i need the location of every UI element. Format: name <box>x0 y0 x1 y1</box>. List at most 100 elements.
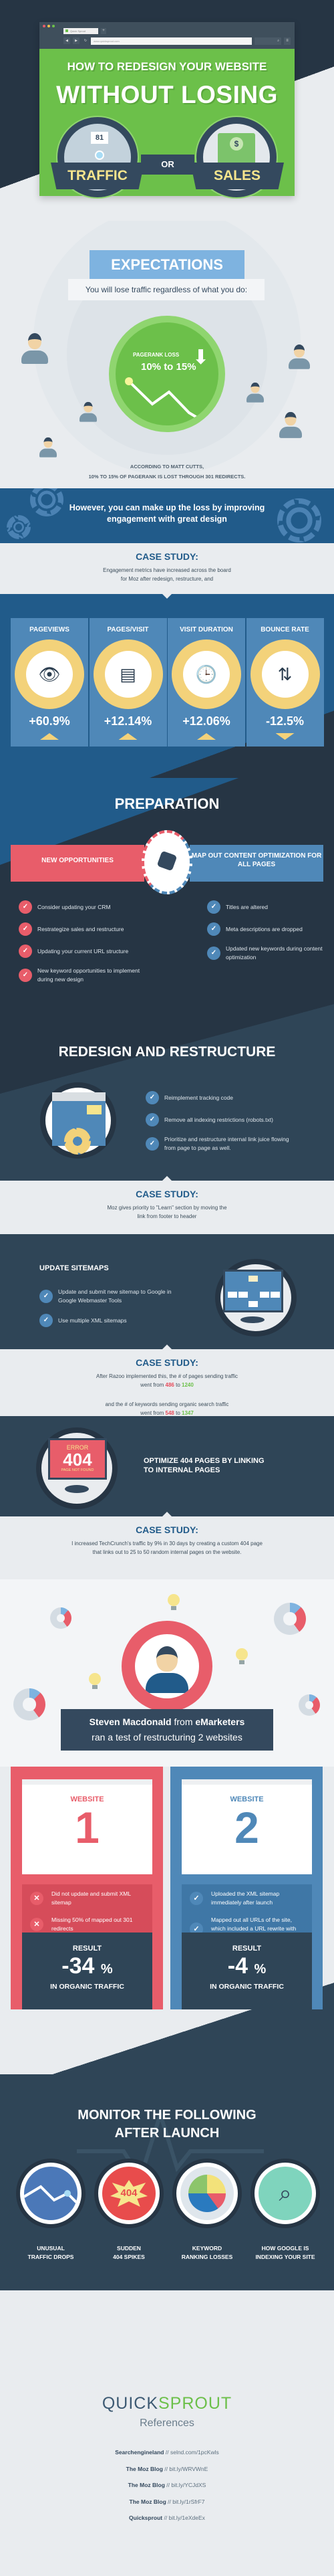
check-icon: ✓ <box>207 922 220 936</box>
matt-cutts-quote: ACCORDING TO MATT CUTTS, 10% TO 15% OF P… <box>0 462 334 482</box>
reference-item: The Moz Blog // bit.ly/WRVWnE <box>126 2465 208 2472</box>
check-icon: ✓ <box>39 1290 53 1303</box>
pages-to-value: 1240 <box>182 1382 194 1388</box>
optimize-404-text: OPTIMIZE 404 PAGES BY LINKING TO INTERNA… <box>144 1457 265 1474</box>
list-item: ✓ Remove all indexing restrictions (robot… <box>146 1113 299 1126</box>
case-study-keywords-text: and the # of keywords sending organic se… <box>105 1401 229 1416</box>
website-criteria-row: ✓ Uploaded the XML sitemap immediately a… <box>182 1884 312 1912</box>
reload-icon: ↻ <box>84 39 88 43</box>
triangle-up-icon <box>40 733 59 740</box>
banner-text: However, you can make up the loss by imp… <box>0 502 334 525</box>
back-icon: ◀ <box>63 37 70 44</box>
metric-label: VISIT DURATION <box>180 626 233 633</box>
case-study-pages-text: After Razoo implemented this, the # of p… <box>96 1373 238 1388</box>
metric-value: +12.14% <box>104 714 152 728</box>
metric-label: BOUNCE RATE <box>261 626 309 633</box>
monitor-arrows-icon: ⇅ <box>261 651 309 698</box>
case-study-text: Moz gives priority to "Learn" section by… <box>107 1205 227 1219</box>
metrics-section: PAGEVIEWS 👁 +60.9% PAGES/VISIT ▤ +12.14%… <box>0 594 334 778</box>
expectations-section: EXPECTATIONS You will lose traffic regar… <box>0 221 334 488</box>
list-item: ✓ Consider updating your CRM <box>19 900 152 914</box>
hero-section: Quick Sprout + ◀ ▶ ↻ www.quicksprout.com… <box>0 0 334 221</box>
pointer-notch <box>162 1512 172 1516</box>
company-name: eMarketers <box>195 1716 245 1727</box>
mail-icon <box>87 1105 102 1114</box>
website-2-card: WEBSITE 2 ✓ Uploaded the XML sitemap imm… <box>170 1767 323 2009</box>
list-item: ✓ Updating your current URL structure <box>19 945 152 958</box>
case-study-title: CASE STUDY: <box>136 1189 198 1199</box>
minimize-dot-icon <box>47 25 50 27</box>
case-study-title: CASE STUDY: <box>136 1357 198 1368</box>
pagerank-label: PAGERANK LOSS <box>133 352 180 358</box>
banner-line-1: However, you can make up the loss by imp… <box>69 503 265 512</box>
monitor-item-label: SUDDEN 404 SPIKES <box>113 2245 145 2260</box>
steven-caption: Steven Macdonald from eMarketers ran a t… <box>61 1709 273 1751</box>
lightbulb-icon <box>89 1673 101 1689</box>
reference-source: The Moz Blog <box>126 2465 163 2472</box>
user-icon <box>279 411 302 441</box>
new-opportunities-heading: NEW OPPORTUNITIES <box>11 845 144 882</box>
metric-card-bounce-rate: BOUNCE RATE ⇅ -12.5% <box>246 618 324 747</box>
reference-item: Searchengineland // selnd.com/1pcKwls <box>115 2449 219 2456</box>
engagement-banner: However, you can make up the loss by imp… <box>0 488 334 543</box>
user-icon <box>39 437 57 460</box>
traffic-label: TRAFFIC <box>51 163 144 189</box>
case-study-title: CASE STUDY: <box>136 551 198 562</box>
or-connector: OR <box>141 155 194 175</box>
donut-chart-icon <box>13 1688 45 1720</box>
list-item: ✓ Reimplement tracking code <box>146 1091 299 1104</box>
references-title: References <box>140 2417 194 2429</box>
metric-value: -12.5% <box>265 714 305 728</box>
down-arrow-icon: ⬇ <box>192 346 210 369</box>
forward-icon: ▶ <box>73 37 79 44</box>
preparation-title: PREPARATION <box>114 795 220 812</box>
reference-link[interactable]: selnd.com/1pcKwls <box>170 2449 219 2456</box>
pointer-notch <box>162 1345 172 1349</box>
result-caption: IN ORGANIC TRAFFIC <box>210 1983 284 1991</box>
user-icon <box>246 382 264 405</box>
metric-ring: ⇅ <box>250 639 320 709</box>
website-comparison-section: WEBSITE 1 ✕ Did not update and submit XM… <box>0 1767 334 2074</box>
website-criteria-row: ✕ Did not update and submit XML sitemap <box>22 1884 152 1912</box>
opportunities-list: ✓ Consider updating your CRM ✓ Restrategize… <box>19 900 152 993</box>
donut-chart-icon <box>299 1694 320 1716</box>
website-settings-icon <box>45 1088 111 1155</box>
result-label: RESULT <box>232 1945 262 1953</box>
references-list: Searchengineland // selnd.com/1pcKwls The… <box>0 2444 334 2527</box>
browser-chrome: Quick Sprout + ◀ ▶ ↻ www.quicksprout.com… <box>39 22 295 49</box>
reference-link[interactable]: bit.ly/1eXdeEx <box>169 2514 205 2521</box>
reference-item: The Moz Blog // bit.ly/1rSfrF7 <box>129 2498 205 2505</box>
reference-item: The Moz Blog // bit.ly/YCJdXS <box>128 2482 206 2488</box>
check-icon: ✓ <box>207 947 220 960</box>
reference-source: The Moz Blog <box>129 2498 166 2505</box>
check-icon: ✓ <box>146 1137 159 1151</box>
pages-from-value: 486 <box>165 1382 174 1388</box>
result-box: RESULT -34 % IN ORGANIC TRAFFIC <box>22 1933 152 2009</box>
triangle-down-icon <box>275 733 295 740</box>
list-item: ✓ Restrategize sales and restructure <box>19 922 152 936</box>
sales-label: SALES <box>190 163 284 189</box>
browser-window-icon: ▤ <box>104 651 152 698</box>
check-icon: ✓ <box>207 900 220 914</box>
result-value: -34 % <box>61 1953 113 1979</box>
case-study-techcrunch: CASE STUDY: I increased TechCrunch's tra… <box>0 1516 334 1579</box>
website-mockup: WEBSITE 2 <box>182 1779 312 1874</box>
reference-link[interactable]: bit.ly/WRVWnE <box>169 2466 208 2472</box>
donut-chart-icon <box>50 1607 71 1629</box>
case-study-moz-engagement: CASE STUDY: Engagement metrics have incr… <box>0 543 334 594</box>
list-item: ✓ Meta descriptions are dropped <box>207 922 327 936</box>
sitemaps-section: UPDATE SITEMAPS ✓ Update and submit new s… <box>0 1234 334 1349</box>
check-icon: ✓ <box>39 1314 53 1327</box>
reference-link[interactable]: bit.ly/1rSfrF7 <box>172 2498 204 2505</box>
bolt-icon <box>156 850 178 872</box>
redesign-section: REDESIGN AND RESTRUCTURE ✓ Reimplement tr… <box>0 999 334 1181</box>
metric-card-visit-duration: VISIT DURATION 🕒 +12.06% <box>168 618 245 747</box>
browser-tab: Quick Sprout <box>63 28 98 34</box>
website-number: 2 <box>234 1803 259 1852</box>
maximize-dot-icon <box>52 25 55 27</box>
check-icon: ✓ <box>146 1091 159 1104</box>
lightbulb-icon <box>236 1648 248 1664</box>
metric-label: PAGES/VISIT <box>107 626 149 633</box>
x-icon: ✕ <box>30 1918 43 1931</box>
reference-link[interactable]: bit.ly/YCJdXS <box>171 2482 206 2488</box>
